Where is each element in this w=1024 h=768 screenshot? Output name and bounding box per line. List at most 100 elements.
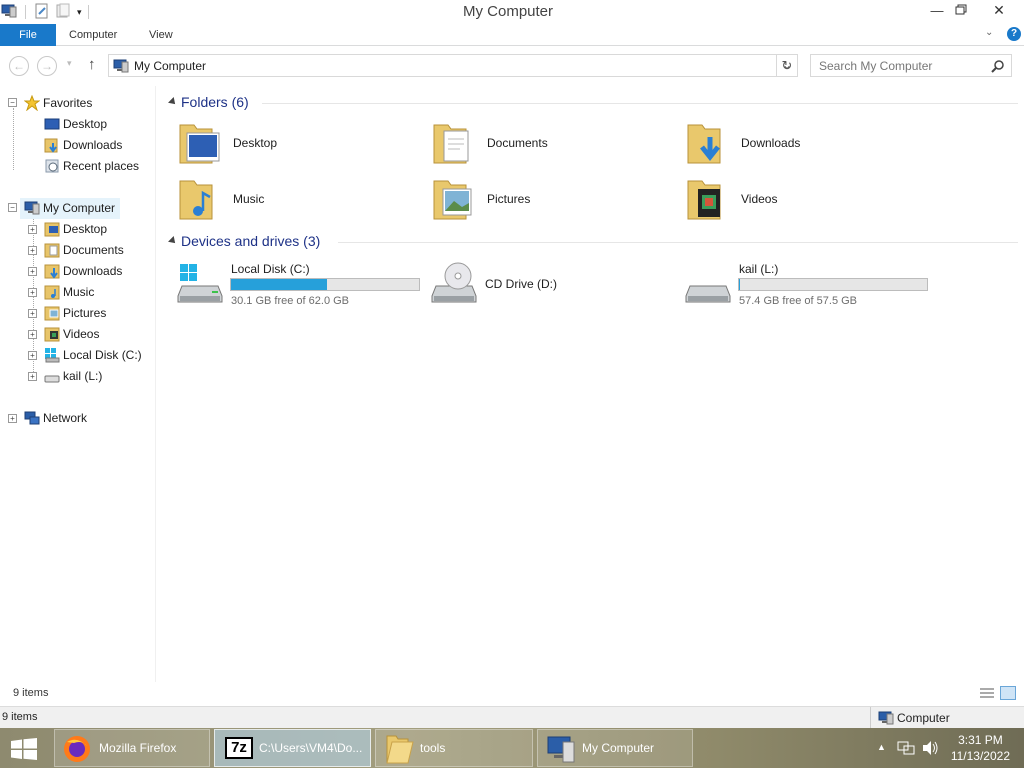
folder-videos-icon (687, 180, 721, 220)
desktop-icon (44, 118, 60, 130)
expand-toggle[interactable]: + (28, 372, 37, 381)
nav-fav-recent-places-label: Recent places (63, 159, 140, 173)
computer-icon (547, 736, 575, 763)
ribbon-tabs: File Computer View ⌄ ? (0, 24, 1024, 46)
windows-drive-icon (177, 264, 223, 303)
7zip-icon: 7z (225, 737, 253, 759)
network-expand-toggle[interactable]: + (8, 414, 17, 423)
drive-name: Local Disk (C:) (231, 262, 310, 276)
navigation-pane: − Favorites Desktop Downloads Recent pla… (0, 86, 156, 682)
details-view-icon[interactable] (979, 687, 995, 699)
taskbar-item-7zip[interactable]: 7z C:\Users\VM4\Do... (214, 729, 371, 767)
taskbar-item-firefox[interactable]: Mozilla Firefox (54, 729, 210, 767)
expand-toggle[interactable]: + (28, 267, 37, 276)
folder-tile-music[interactable]: Music (178, 175, 418, 227)
expand-toggle[interactable]: + (28, 351, 37, 360)
drive-free-space: 30.1 GB free of 62.0 GB (231, 295, 350, 307)
restore-button[interactable] (946, 0, 976, 20)
expand-toggle[interactable]: + (28, 225, 37, 234)
tab-view[interactable]: View (137, 24, 185, 46)
search-placeholder: Search My Computer (819, 59, 933, 73)
taskbar-item-tools[interactable]: tools (375, 729, 533, 767)
folder-icon (386, 735, 414, 764)
network-icon (24, 411, 40, 425)
expand-toggle[interactable]: + (28, 288, 37, 297)
computer-collapse-toggle[interactable]: − (8, 203, 17, 212)
drives-group-header[interactable]: Devices and drives (3) (181, 233, 320, 253)
system-clock[interactable]: 3:31 PM 11/13/2022 (951, 732, 1010, 764)
drive-name: kail (L:) (739, 262, 779, 276)
taskbar: Mozilla Firefox 7z C:\Users\VM4\Do... to… (0, 728, 1024, 768)
title-bar: ▾ My Computer — ✕ (0, 0, 1024, 24)
forward-arrow-icon: → (41, 59, 53, 73)
folder-pictures-icon (433, 180, 472, 220)
search-input[interactable]: Search My Computer (810, 54, 1012, 77)
help-icon[interactable]: ? (1007, 27, 1021, 41)
drive-tile-kail[interactable]: kail (L:) 57.4 GB free of 57.5 GB (684, 260, 934, 312)
divider (338, 242, 1018, 243)
refresh-icon: ↻ (781, 58, 793, 73)
folder-downloads-icon (44, 264, 60, 279)
tab-computer[interactable]: Computer (57, 24, 129, 46)
drive-free-space: 57.4 GB free of 57.5 GB (739, 295, 858, 307)
drive-tile-local-disk[interactable]: Local Disk (C:) 30.1 GB free of 62.0 GB (176, 260, 426, 312)
folders-group-header[interactable]: Folders (6) (181, 94, 249, 114)
expand-ribbon-icon[interactable]: ⌄ (985, 27, 993, 38)
group-collapse-icon[interactable] (168, 236, 178, 246)
windows-drive-icon (45, 348, 60, 363)
removable-drive-icon (685, 285, 731, 303)
minimize-icon: — (930, 2, 944, 18)
taskbar-item-my-computer[interactable]: My Computer (537, 729, 693, 767)
nav-fav-downloads-label: Downloads (63, 138, 123, 152)
group-collapse-icon[interactable] (168, 97, 178, 107)
computer-icon (113, 59, 129, 73)
clock-time: 3:31 PM (958, 733, 1003, 747)
taskbar-label: Mozilla Firefox (99, 741, 177, 755)
expand-toggle[interactable]: + (28, 309, 37, 318)
nav-computer-kail-label: kail (L:) (63, 369, 103, 383)
folder-label: Pictures (487, 192, 531, 206)
close-button[interactable]: ✕ (984, 0, 1014, 20)
forward-button[interactable]: → (37, 56, 57, 76)
folder-tile-pictures[interactable]: Pictures (432, 175, 672, 227)
back-button[interactable]: ← (9, 56, 29, 76)
status-bar: 9 items (0, 683, 1024, 705)
bottom-item-count: 9 items (2, 711, 38, 723)
folder-music-icon (179, 180, 213, 220)
network-tray-icon[interactable] (897, 740, 915, 756)
folder-documents-icon (433, 124, 469, 164)
item-count: 9 items (13, 687, 49, 699)
folder-label: Videos (741, 192, 778, 206)
expand-toggle[interactable]: + (28, 330, 37, 339)
start-button[interactable] (10, 738, 38, 760)
search-icon (991, 60, 1004, 73)
divider (262, 103, 1018, 104)
address-bar[interactable]: My Computer ⌄ (108, 54, 798, 77)
content-pane: Folders (6) Desktop Documents Downloads … (158, 86, 1024, 682)
folder-tile-videos[interactable]: Videos (686, 175, 926, 227)
folder-tile-desktop[interactable]: Desktop (178, 119, 418, 171)
expand-toggle[interactable]: + (28, 246, 37, 255)
star-icon (24, 95, 40, 111)
recent-locations-dropdown[interactable]: ▾ (67, 58, 72, 69)
taskbar-label: tools (420, 741, 446, 755)
volume-icon[interactable] (921, 740, 939, 756)
favorites-collapse-toggle[interactable]: − (8, 98, 17, 107)
drive-tile-cd-drive[interactable]: CD Drive (D:) (430, 260, 680, 312)
large-icons-view-icon[interactable] (1000, 686, 1016, 700)
show-hidden-icons-button[interactable]: ▲ (877, 742, 886, 752)
nav-computer-local-disk-label: Local Disk (C:) (63, 348, 142, 362)
nav-computer-videos-label: Videos (63, 327, 100, 341)
nav-computer-desktop-label: Desktop (63, 222, 108, 236)
up-arrow-icon[interactable]: ↑ (88, 56, 96, 73)
drive-usage-fill (231, 279, 327, 290)
clock-date: 11/13/2022 (950, 749, 1010, 763)
folder-tile-downloads[interactable]: Downloads (686, 119, 926, 171)
folder-label: Documents (487, 136, 548, 150)
folder-tile-documents[interactable]: Documents (432, 119, 672, 171)
firefox-icon (64, 736, 90, 762)
nav-computer-documents-label: Documents (63, 243, 124, 257)
tab-file[interactable]: File (0, 24, 56, 46)
refresh-button[interactable]: ↻ (776, 54, 798, 77)
nav-computer-downloads-label: Downloads (63, 264, 123, 278)
